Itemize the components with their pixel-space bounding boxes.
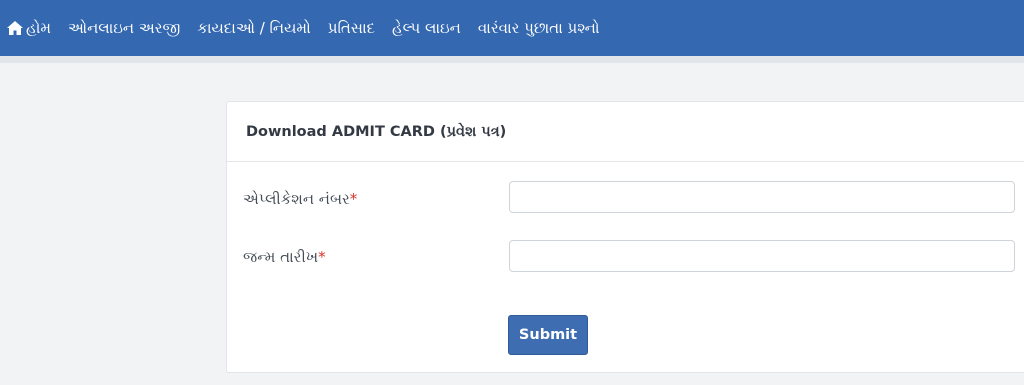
submit-button[interactable]: Submit xyxy=(508,315,588,355)
nav-item-faq[interactable]: વારંવાર પુછાતા પ્રશ્નો xyxy=(478,0,600,56)
nav-item-online-application[interactable]: ઓનલાઇન અરજી xyxy=(68,0,180,56)
birth-date-label-text: જન્મ તારીખ xyxy=(243,248,319,266)
header-divider-strip xyxy=(0,56,1024,63)
nav-item-rules[interactable]: કાયદાઓ / નિયમો xyxy=(197,0,310,56)
nav-item-label: હોમ xyxy=(26,19,52,37)
application-number-label: એપ્લીકેશન નંબર* xyxy=(243,190,357,208)
card-title: Download ADMIT CARD (પ્રવેશ પત્ર) xyxy=(227,102,1024,162)
nav-item-helpline[interactable]: હેલ્પ લાઇન xyxy=(392,0,461,56)
application-number-input[interactable] xyxy=(509,181,1015,213)
nav-item-feedback[interactable]: પ્રતિસાદ xyxy=(328,0,375,56)
required-asterisk: * xyxy=(349,190,358,208)
birth-date-label: જન્મ તારીખ* xyxy=(243,248,326,266)
application-number-label-text: એપ્લીકેશન નંબર xyxy=(243,190,350,208)
nav-item-home[interactable]: હોમ xyxy=(6,0,51,56)
top-navbar: હોમ ઓનલાઇન અરજી કાયદાઓ / નિયમો પ્રતિસાદ … xyxy=(0,0,1024,56)
required-asterisk: * xyxy=(318,248,326,266)
admit-card-panel: Download ADMIT CARD (પ્રવેશ પત્ર) એપ્લીક… xyxy=(226,101,1024,373)
birth-date-input[interactable] xyxy=(509,240,1015,272)
home-icon xyxy=(6,20,24,36)
